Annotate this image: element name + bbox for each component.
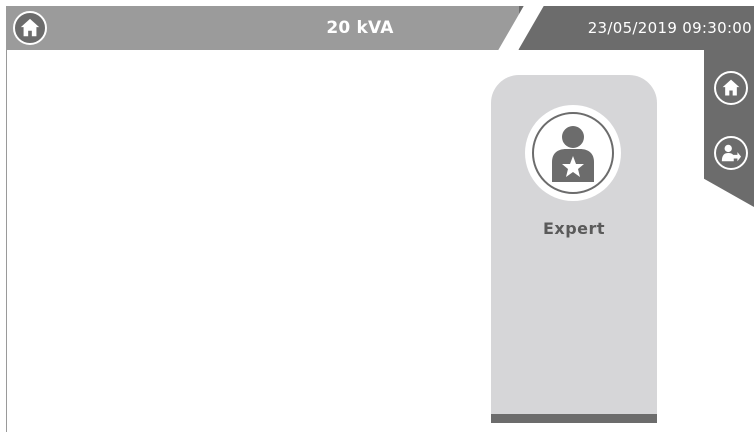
card-bottom-bar (491, 414, 657, 423)
home-button[interactable] (13, 11, 47, 45)
avatar-ring (532, 112, 614, 194)
home-icon (722, 79, 740, 96)
home-icon (20, 18, 40, 37)
user-profile-card[interactable]: Expert (491, 75, 657, 423)
expert-user-star-icon (552, 126, 594, 182)
user-role-label: Expert (542, 219, 606, 238)
logout-button[interactable] (714, 136, 748, 170)
avatar (525, 105, 621, 201)
side-home-button[interactable] (714, 71, 748, 105)
datetime: 23/05/2019 09:30:00 (587, 19, 752, 37)
user-logout-icon (721, 144, 742, 162)
